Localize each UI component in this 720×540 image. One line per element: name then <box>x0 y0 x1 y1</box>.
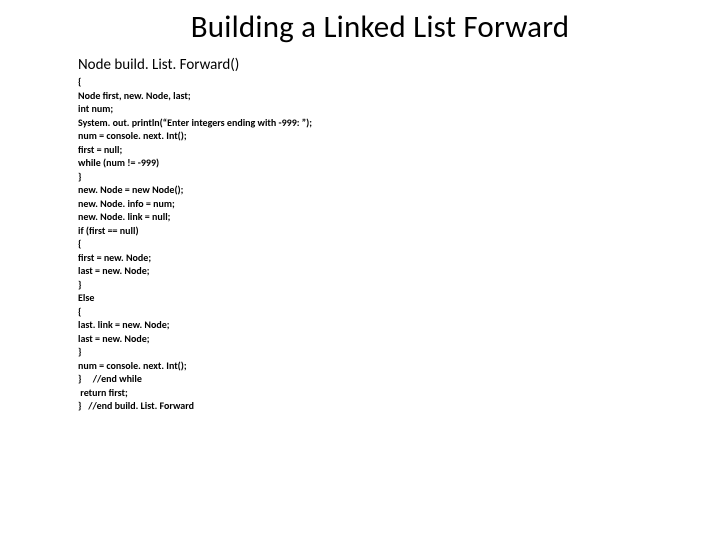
code-line: new. Node. info = num; <box>78 197 720 211</box>
code-line: last = new. Node; <box>78 264 720 278</box>
code-line: { <box>78 305 720 319</box>
code-line: last = new. Node; <box>78 332 720 346</box>
code-line: } <box>78 170 720 184</box>
slide: Building a Linked List Forward Node buil… <box>0 0 720 540</box>
code-line: } //end while <box>78 372 720 386</box>
code-line: while (num != -999) <box>78 156 720 170</box>
code-line: first = new. Node; <box>78 251 720 265</box>
code-line: Else <box>78 291 720 305</box>
code-line: num = console. next. Int(); <box>78 359 720 373</box>
code-line: } //end build. List. Forward <box>78 399 720 413</box>
code-line: } <box>78 345 720 359</box>
code-line: { <box>78 75 720 89</box>
code-line: new. Node = new Node(); <box>78 183 720 197</box>
code-line: first = null; <box>78 143 720 157</box>
code-line: System. out. println(“Enter integers end… <box>78 116 720 130</box>
method-signature: Node build. List. Forward() <box>78 56 720 74</box>
code-line: { <box>78 237 720 251</box>
code-line: if (first == null) <box>78 224 720 238</box>
code-line: num = console. next. Int(); <box>78 129 720 143</box>
slide-title: Building a Linked List Forward <box>0 8 720 46</box>
code-line: } <box>78 278 720 292</box>
code-line: return first; <box>78 386 720 400</box>
code-line: int num; <box>78 102 720 116</box>
slide-content: Node build. List. Forward() { Node first… <box>0 56 720 413</box>
code-line: Node first, new. Node, last; <box>78 89 720 103</box>
code-line: last. link = new. Node; <box>78 318 720 332</box>
code-line: new. Node. link = null; <box>78 210 720 224</box>
